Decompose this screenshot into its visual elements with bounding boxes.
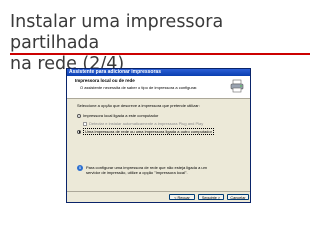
network-printer-radio[interactable] (77, 129, 81, 134)
printer-icon (230, 79, 244, 93)
network-printer-label: Uma impressora de rede ou uma impressora… (83, 128, 214, 135)
cancel-button[interactable]: Cancelar (227, 194, 249, 200)
option-network-printer[interactable]: Uma impressora de rede ou uma impressora… (77, 128, 214, 135)
info-text-line-2: servidor de impressão, utilize a opção "… (86, 170, 188, 175)
wizard-header-subtitle: O assistente necessita de saber o tipo d… (80, 85, 198, 90)
add-printer-wizard-window: Assistente para adicionar impressoras Im… (66, 68, 251, 203)
info-note: i Para configurar uma impressora de rede… (77, 165, 207, 175)
wizard-body: Seleccione a opção que descreve a impres… (67, 99, 250, 197)
window-titlebar: Assistente para adicionar impressoras (67, 69, 250, 76)
local-printer-label: Impressora local ligada a este computado… (83, 113, 159, 118)
instruction-text: Seleccione a opção que descreve a impres… (77, 103, 200, 108)
slide-title-line-1: Instalar uma impressora partilhada (10, 12, 224, 53)
local-printer-radio[interactable] (77, 113, 81, 118)
wizard-header: Impressora local ou de rede O assistente… (67, 76, 250, 99)
wizard-header-title: Impressora local ou de rede (75, 78, 135, 83)
option-local-printer[interactable]: Impressora local ligada a este computado… (77, 113, 158, 118)
info-icon: i (77, 165, 83, 171)
title-underline (10, 53, 310, 55)
option-plug-and-play: Detectar e instalar automaticamente a im… (83, 121, 203, 126)
plug-and-play-label: Detectar e instalar automaticamente a im… (89, 121, 204, 126)
wizard-footer: < Recuar Seguinte > Cancelar (67, 191, 250, 202)
next-button[interactable]: Seguinte > (198, 194, 224, 200)
plug-and-play-checkbox (83, 121, 87, 126)
slide-title: Instalar uma impressora partilhada na re… (10, 12, 310, 75)
back-button[interactable]: < Recuar (169, 194, 195, 200)
